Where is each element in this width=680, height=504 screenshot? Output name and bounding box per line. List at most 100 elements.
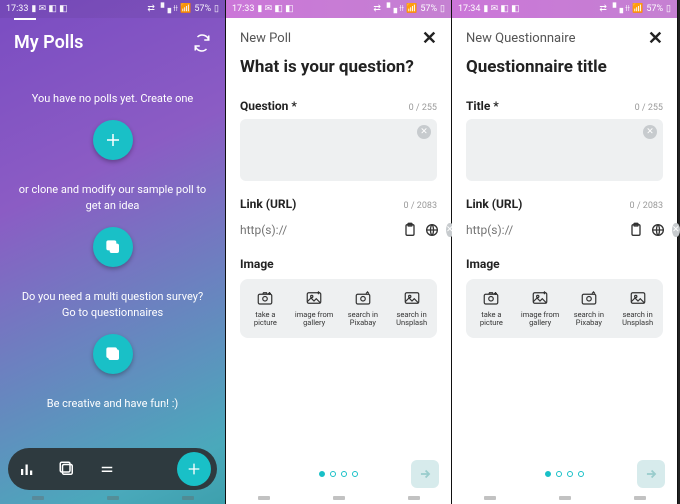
dot-4 <box>578 471 584 477</box>
title-input[interactable] <box>466 119 663 181</box>
status-time: 17:34 <box>458 4 480 14</box>
form-header: New Questionnaire ✕ <box>452 18 677 53</box>
android-soft-keys <box>452 492 677 504</box>
status-icons-left: ▮ ✉ ◧ ◧ <box>483 4 519 14</box>
dot-4 <box>352 471 358 477</box>
dot-2 <box>330 471 336 477</box>
clear-link-icon[interactable]: ✕ <box>672 223 680 237</box>
android-soft-keys <box>226 492 451 504</box>
image-opt-pixabay[interactable]: search in Pixabay <box>568 285 611 332</box>
image-opt-unsplash-label: search in Unsplash <box>618 311 657 328</box>
nav-questionnaires-icon[interactable] <box>58 460 76 478</box>
image-options: take a picture image from gallery search… <box>240 279 437 338</box>
landing-msg-3: Do you need a multi question survey? Go … <box>16 289 209 320</box>
image-opt-camera-label: take a picture <box>246 311 285 328</box>
link-section: Link (URL) 0 / 2083 ✕ <box>226 185 451 243</box>
link-input[interactable] <box>240 217 396 243</box>
battery-icon: ▯ <box>666 4 671 14</box>
plus-icon <box>104 131 122 149</box>
clear-question-icon[interactable]: ✕ <box>417 125 431 139</box>
header: My Polls <box>0 22 225 59</box>
dot-1 <box>545 471 551 477</box>
dot-3 <box>567 471 573 477</box>
link-label: Link (URL) <box>240 197 296 211</box>
image-opt-camera-label: take a picture <box>472 311 511 328</box>
image-opt-gallery[interactable]: image from gallery <box>293 285 336 332</box>
clear-title-icon[interactable]: ✕ <box>643 125 657 139</box>
form-header: New Poll ✕ <box>226 18 451 53</box>
image-label: Image <box>240 257 437 271</box>
refresh-icon[interactable] <box>193 34 211 52</box>
nav-polls-icon[interactable] <box>18 460 36 478</box>
screen-new-poll: 17:33▮ ✉ ◧ ◧ ⇄ ▝▗ ⟊⟊ 📶57%▯ New Poll ✕ Wh… <box>226 0 452 504</box>
close-button[interactable]: ✕ <box>648 28 663 49</box>
image-opt-unsplash[interactable]: search in Unsplash <box>390 285 433 332</box>
form-title: Questionnaire title <box>452 53 677 87</box>
create-poll-button[interactable] <box>93 120 133 160</box>
battery-icon: ▯ <box>440 4 445 14</box>
bottom-nav <box>8 448 217 490</box>
globe-icon[interactable] <box>650 221 666 239</box>
image-opt-unsplash[interactable]: search in Unsplash <box>616 285 659 332</box>
title-label: Title * <box>466 99 499 113</box>
image-section: Image take a picture image from gallery … <box>452 243 677 338</box>
title-section: Title * 0 / 255 ✕ <box>452 87 677 185</box>
status-icons-right: ⇄ ▝▗ ⟊⟊ 📶 <box>599 4 643 14</box>
title-counter: 0 / 255 <box>635 103 663 113</box>
page-title: My Polls <box>14 32 83 53</box>
question-counter: 0 / 255 <box>409 103 437 113</box>
question-section: Question * 0 / 255 ✕ <box>226 87 451 185</box>
form-title: What is your question? <box>226 53 451 87</box>
image-opt-pixabay[interactable]: search in Pixabay <box>342 285 385 332</box>
paste-icon[interactable] <box>402 221 418 239</box>
globe-icon[interactable] <box>424 221 440 239</box>
status-battery: 57% <box>194 4 211 14</box>
status-battery: 57% <box>646 4 663 14</box>
status-battery: 57% <box>420 4 437 14</box>
android-soft-keys <box>0 492 225 504</box>
page-dots <box>319 471 358 477</box>
image-opt-gallery[interactable]: image from gallery <box>519 285 562 332</box>
close-button[interactable]: ✕ <box>422 28 437 49</box>
image-section: Image take a picture image from gallery … <box>226 243 451 338</box>
screen-my-polls: 17:33▮ ✉ ◧ ◧ ⇄ ▝▗ ⟊⟊ 📶57%▯ My Polls You … <box>0 0 226 504</box>
status-bar: 17:33▮ ✉ ◧ ◧ ⇄ ▝▗ ⟊⟊ 📶57%▯ <box>0 0 225 18</box>
image-opt-pixabay-label: search in Pixabay <box>344 311 383 328</box>
image-opt-gallery-label: image from gallery <box>295 311 334 328</box>
form-header-title: New Questionnaire <box>466 31 575 46</box>
form-footer <box>226 458 451 490</box>
nav-add-button[interactable] <box>177 452 211 486</box>
battery-icon: ▯ <box>214 4 219 14</box>
link-input[interactable] <box>466 217 622 243</box>
plus-icon <box>186 461 202 477</box>
image-opt-unsplash-label: search in Unsplash <box>392 311 431 328</box>
link-counter: 0 / 2083 <box>404 201 437 211</box>
status-time: 17:33 <box>6 4 28 14</box>
image-opt-camera[interactable]: take a picture <box>470 285 513 332</box>
question-label: Question * <box>240 99 297 113</box>
screen-new-questionnaire: 17:34▮ ✉ ◧ ◧ ⇄ ▝▗ ⟊⟊ 📶57%▯ New Questionn… <box>452 0 678 504</box>
go-questionnaires-button[interactable] <box>93 334 133 374</box>
next-button[interactable] <box>411 460 439 488</box>
page-dots <box>545 471 584 477</box>
paste-icon[interactable] <box>628 221 644 239</box>
status-time: 17:33 <box>232 4 254 14</box>
arrow-right-icon <box>644 467 658 481</box>
image-label: Image <box>466 257 663 271</box>
landing-msg-4: Be creative and have fun! :) <box>47 396 179 411</box>
nav-menu-icon[interactable] <box>98 460 116 478</box>
status-icons-right: ⇄ ▝▗ ⟊⟊ 📶 <box>373 4 417 14</box>
copy-icon <box>105 239 121 255</box>
dot-1 <box>319 471 325 477</box>
questionnaire-icon <box>105 346 121 362</box>
arrow-right-icon <box>418 467 432 481</box>
image-options: take a picture image from gallery search… <box>466 279 663 338</box>
status-bar: 17:33▮ ✉ ◧ ◧ ⇄ ▝▗ ⟊⟊ 📶57%▯ <box>226 0 451 18</box>
title-accent <box>14 18 36 20</box>
next-button[interactable] <box>637 460 665 488</box>
image-opt-camera[interactable]: take a picture <box>244 285 287 332</box>
question-input[interactable] <box>240 119 437 181</box>
status-bar: 17:34▮ ✉ ◧ ◧ ⇄ ▝▗ ⟊⟊ 📶57%▯ <box>452 0 677 18</box>
image-opt-gallery-label: image from gallery <box>521 311 560 328</box>
clone-sample-button[interactable] <box>93 227 133 267</box>
